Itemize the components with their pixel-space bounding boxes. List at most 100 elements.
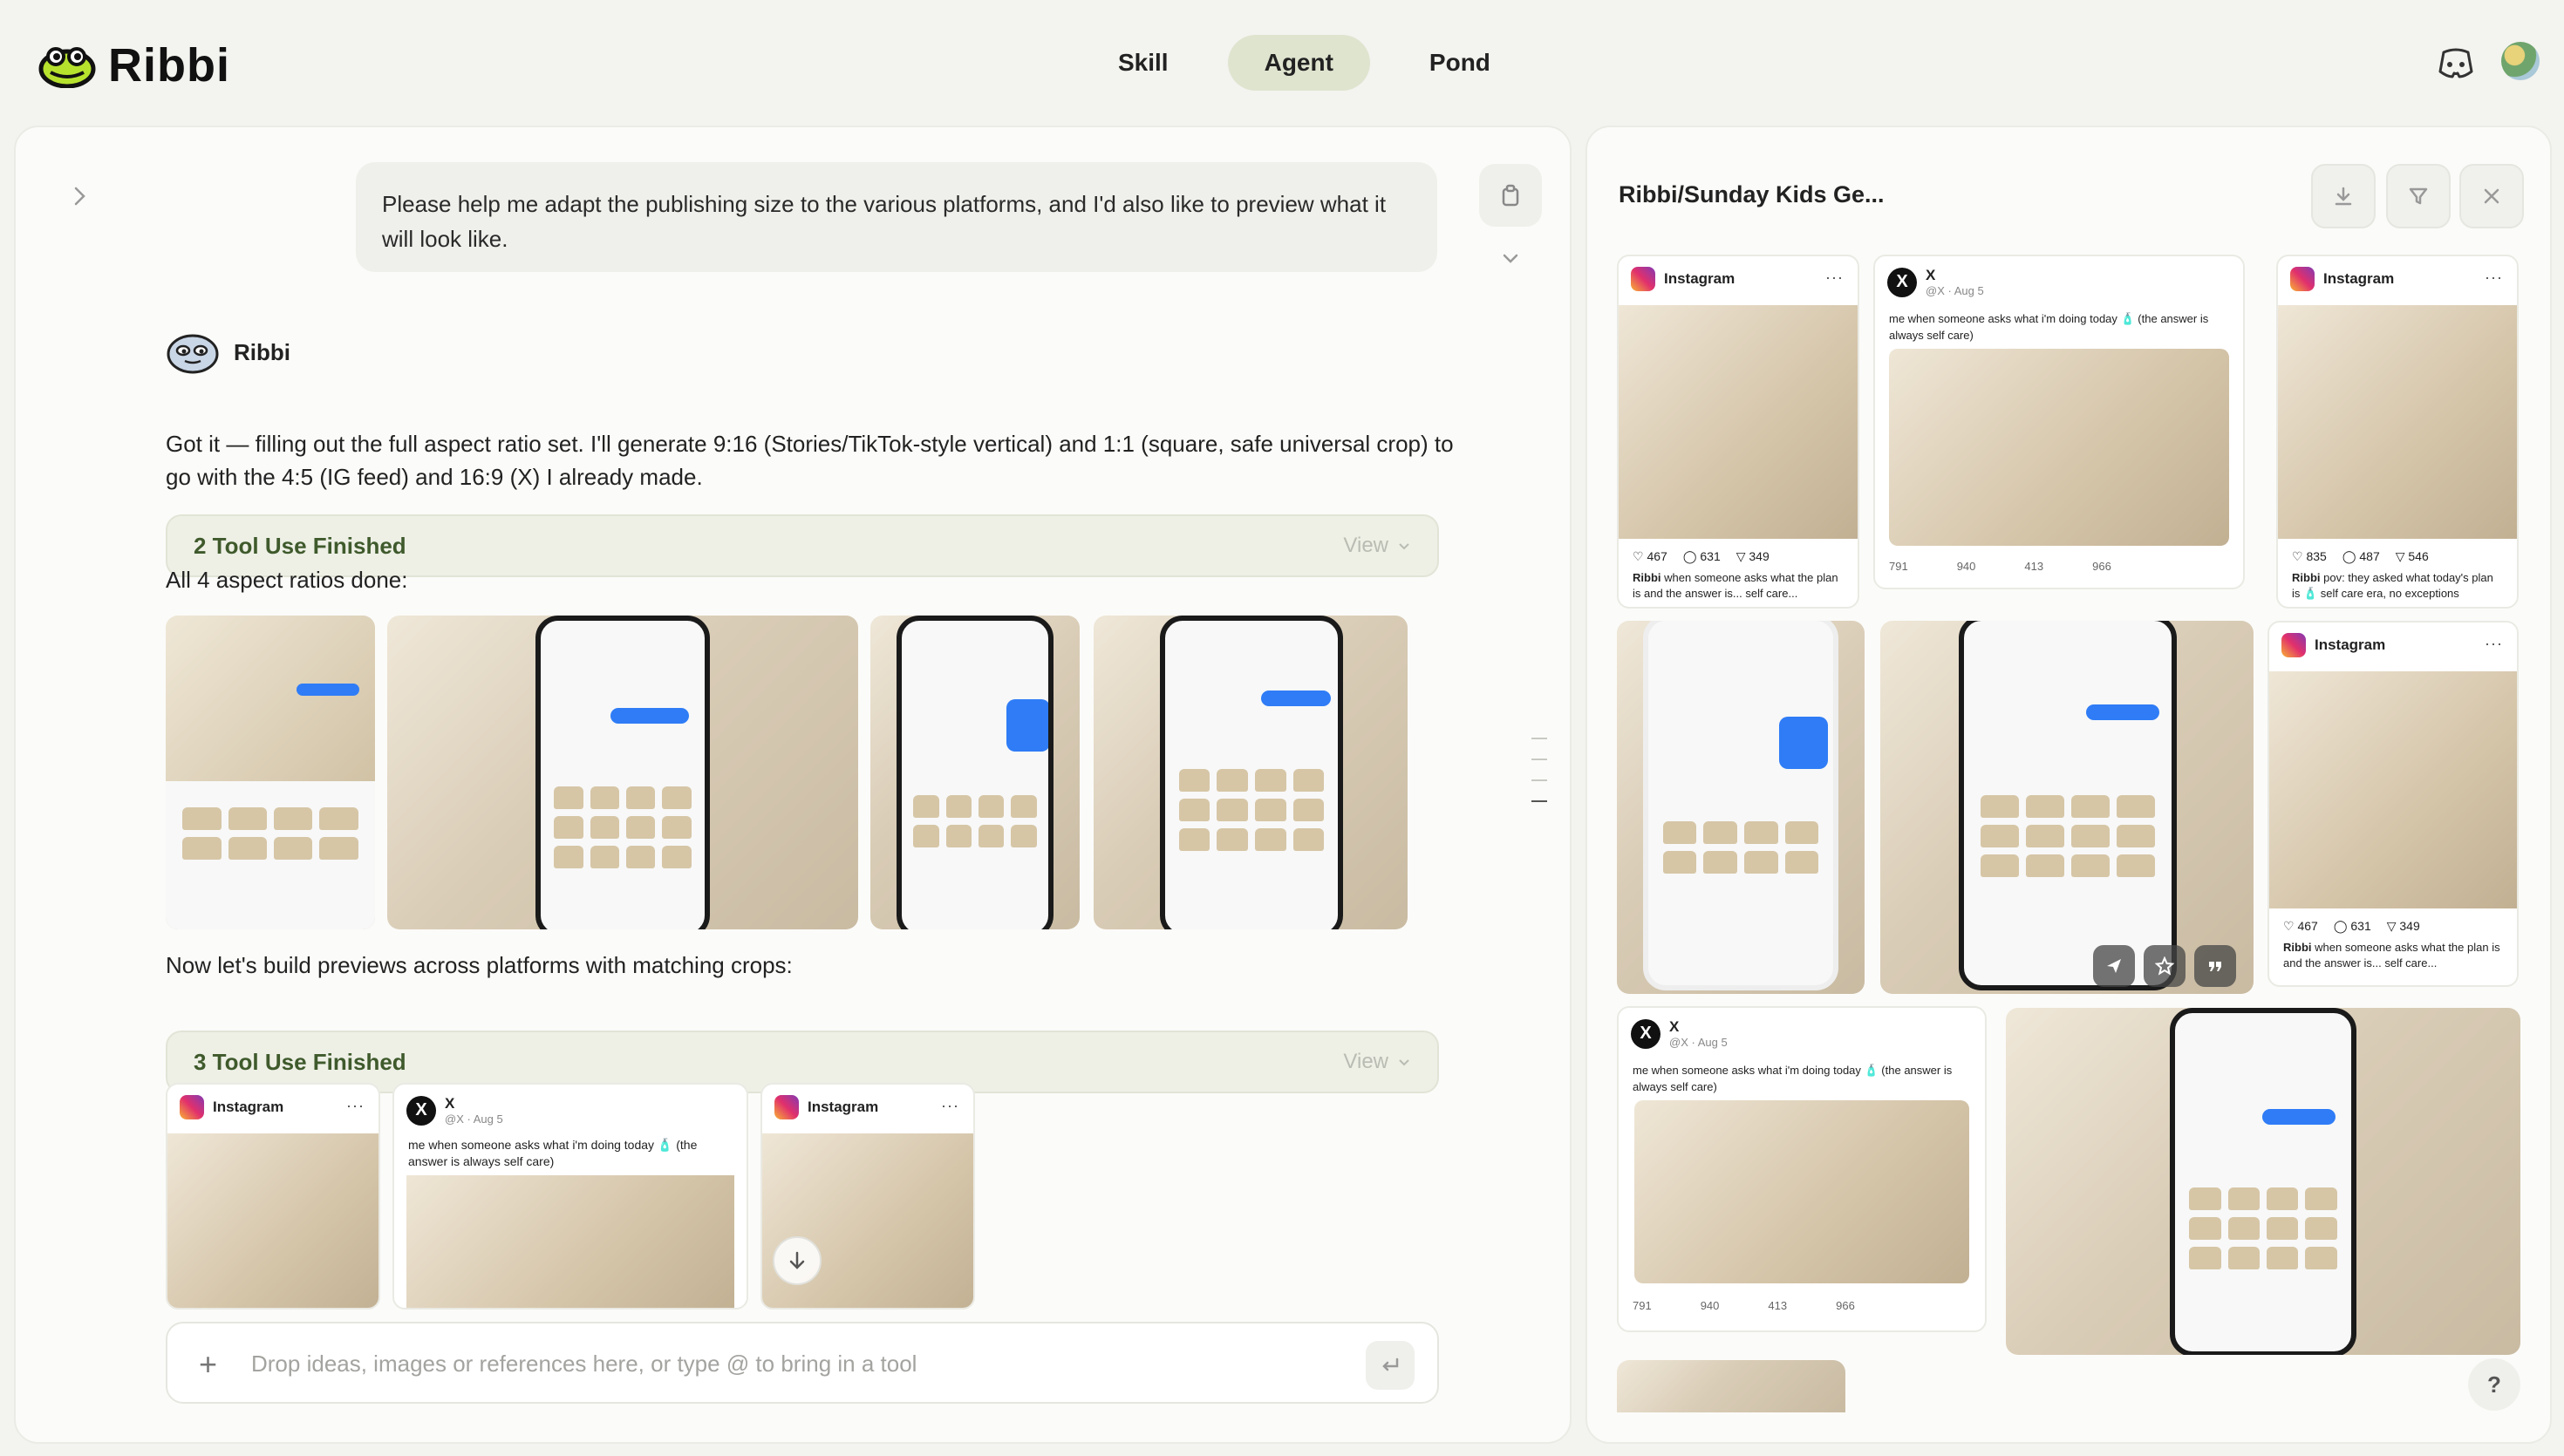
image-actions <box>2093 945 2236 987</box>
send-button[interactable] <box>1366 1341 1415 1390</box>
comments-count-value: 631 <box>1700 549 1721 563</box>
discord-icon[interactable] <box>2437 45 2475 80</box>
scroll-down-button[interactable] <box>773 1236 822 1285</box>
preview-image-phone-wide[interactable] <box>2006 1008 2520 1355</box>
engagement-stats: 791 940 413 966 <box>1889 560 2229 573</box>
aspect-ratio-image-9x16[interactable] <box>870 616 1080 929</box>
engagement-stats: ♡ 835 ◯ 487 ▽ 546 <box>2292 549 2429 563</box>
tool-use-label: 3 Tool Use Finished <box>194 1048 406 1075</box>
bot-avatar-icon <box>167 334 219 374</box>
tab-agent[interactable]: Agent <box>1227 35 1370 91</box>
chevron-down-icon[interactable] <box>1498 246 1523 270</box>
more-icon[interactable]: ··· <box>941 1097 959 1115</box>
preview-image-phone-vertical[interactable] <box>1617 621 1865 994</box>
view-label: View <box>1343 534 1388 557</box>
x-logo-icon: X <box>406 1095 436 1126</box>
preview-image <box>2278 305 2517 539</box>
chevron-down-icon <box>1399 543 1409 550</box>
engagement-stats: ♡ 467 ◯ 631 ▽ 349 <box>1633 549 1844 564</box>
shares-count-value: 349 <box>2399 919 2420 933</box>
x-preview-card[interactable]: X X @X · Aug 5 me when someone asks what … <box>392 1083 748 1310</box>
preview-image <box>1889 349 2229 546</box>
chat-input[interactable] <box>251 1343 1298 1385</box>
x-logo-icon: X <box>1887 267 1917 297</box>
tool-use-label: 2 Tool Use Finished <box>194 532 406 559</box>
reposts-count: 940 <box>1956 560 1976 573</box>
more-icon[interactable]: ··· <box>2485 269 2503 287</box>
more-icon[interactable]: ··· <box>2485 635 2503 653</box>
close-button[interactable] <box>2459 164 2524 228</box>
bot-reply-text: Now let's build previews across platform… <box>166 952 793 978</box>
instagram-preview-card[interactable]: Instagram ··· ♡ 467 ◯ 631 ▽ 349 Ribbi wh… <box>2267 621 2519 987</box>
likes-count: 413 <box>2024 560 2044 573</box>
chevron-down-icon <box>1399 1059 1409 1066</box>
view-toggle[interactable]: View <box>1343 1050 1411 1074</box>
chevron-right-icon[interactable] <box>66 183 92 209</box>
enter-icon <box>1382 1357 1399 1371</box>
likes-count: ♡ 467 <box>1633 549 1667 563</box>
user-avatar[interactable] <box>2501 42 2540 80</box>
preview-image <box>167 1133 378 1308</box>
platform-name: X <box>1926 267 1936 283</box>
preview-image <box>2269 671 2517 908</box>
instagram-preview-card[interactable]: Instagram ··· <box>166 1083 380 1310</box>
x-preview-card[interactable]: X X @X · Aug 5 me when someone asks what … <box>1617 1006 1987 1332</box>
likes-count: 413 <box>1768 1299 1788 1312</box>
post-user: Ribbi <box>1633 571 1661 584</box>
instagram-preview-card[interactable]: Instagram ··· ♡ 467 ◯ 631 ▽ 349 Ribbi wh… <box>1617 255 1859 609</box>
shares-count-value: 546 <box>2408 549 2429 563</box>
quote-icon[interactable] <box>2194 945 2236 987</box>
message-composer: + <box>166 1322 1439 1404</box>
aspect-ratio-image-16x9[interactable] <box>387 616 858 929</box>
tab-skill[interactable]: Skill <box>1081 35 1205 91</box>
download-icon <box>2335 187 2352 206</box>
aspect-ratio-image-1x1[interactable] <box>1094 616 1408 929</box>
filter-button[interactable] <box>2386 164 2451 228</box>
copy-message-button[interactable] <box>1479 164 1542 227</box>
arrow-down-icon <box>789 1251 805 1269</box>
panel-title: Ribbi/Sunday Kids Ge... <box>1619 181 1885 208</box>
post-caption: when someone asks what the plan is and t… <box>2283 941 2500 970</box>
shares-count: ▽ 349 <box>1735 549 1770 563</box>
filter-icon <box>2409 187 2428 205</box>
post-handle: @X · Aug 5 <box>1926 284 1984 297</box>
platform-name: X <box>1669 1018 1680 1035</box>
app-logo[interactable]: Ribbi <box>38 38 230 92</box>
view-toggle[interactable]: View <box>1343 534 1411 558</box>
app-name: Ribbi <box>108 39 230 92</box>
post-user: Ribbi <box>2283 941 2312 954</box>
comments-count-value: 631 <box>2350 919 2371 933</box>
reposts-count: 940 <box>1700 1299 1720 1312</box>
help-button[interactable]: ? <box>2468 1358 2520 1411</box>
platform-name: Instagram <box>213 1099 284 1115</box>
views-count: 966 <box>1836 1299 1855 1312</box>
platform-name: Instagram <box>2323 270 2395 287</box>
bot-name: Ribbi <box>234 338 290 365</box>
aspect-ratio-image-4x5[interactable] <box>166 616 375 929</box>
engagement-stats: 791 940 413 966 <box>1633 1299 1971 1312</box>
bot-reply-text: Got it — filling out the full aspect rat… <box>166 431 1454 490</box>
user-message: Please help me adapt the publishing size… <box>356 162 1437 272</box>
more-icon[interactable]: ··· <box>1825 269 1844 287</box>
preview-image <box>406 1175 734 1308</box>
instagram-preview-card[interactable]: Instagram ··· ♡ 835 ◯ 487 ▽ 546 Ribbi po… <box>2276 255 2519 609</box>
close-icon <box>2484 188 2499 204</box>
star-icon[interactable] <box>2144 945 2186 987</box>
preview-image <box>1634 1100 1969 1283</box>
post-user: Ribbi <box>2292 571 2321 584</box>
more-icon[interactable]: ··· <box>346 1097 365 1115</box>
x-preview-card[interactable]: X X @X · Aug 5 me when someone asks what … <box>1873 255 2245 589</box>
send-icon[interactable] <box>2093 945 2135 987</box>
add-attachment-button[interactable]: + <box>199 1346 217 1383</box>
post-caption: when someone asks what the plan is and t… <box>1633 571 1838 600</box>
instagram-icon <box>774 1095 799 1119</box>
platform-name: Instagram <box>1664 270 1735 287</box>
preview-image-partial[interactable] <box>1617 1360 1845 1412</box>
download-button[interactable] <box>2311 164 2376 228</box>
tab-pond[interactable]: Pond <box>1393 35 1527 91</box>
preview-image-phone-square[interactable] <box>1880 621 2254 994</box>
bot-reply-text: All 4 aspect ratios done: <box>166 567 408 593</box>
likes-count-value: 467 <box>1647 549 1667 563</box>
scroll-indicator[interactable] <box>1531 738 1549 821</box>
replies-count: 791 <box>1889 560 1908 573</box>
